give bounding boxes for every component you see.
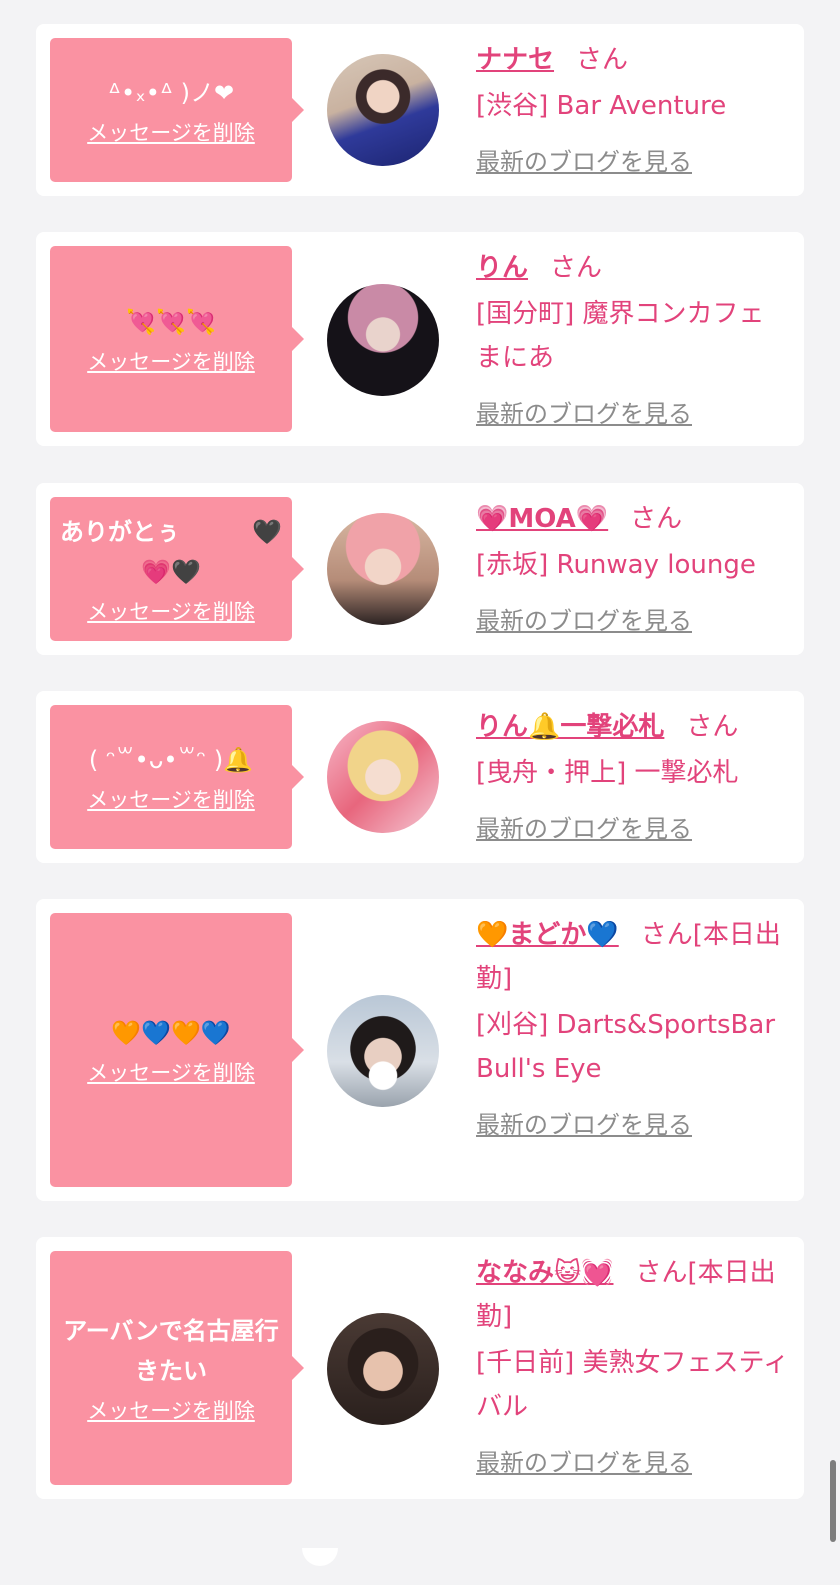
latest-blog-link[interactable]: 最新のブログを見る bbox=[476, 1443, 692, 1483]
delete-message-link[interactable]: メッセージを削除 bbox=[87, 1395, 255, 1425]
cast-info: ななみ😺💓 さん[本日出勤] [千日前] 美熟女フェスティバル 最新のブログを見る bbox=[476, 1251, 796, 1483]
message-bubble: 💘💘💘 メッセージを削除 bbox=[50, 246, 304, 432]
delete-message-link[interactable]: メッセージを削除 bbox=[87, 1057, 255, 1087]
cast-info: りん🔔一撃必札 さん [曳舟・押上] 一撃必札 最新のブログを見る bbox=[476, 705, 796, 849]
delete-message-link[interactable]: メッセージを削除 bbox=[87, 784, 255, 814]
scrollbar[interactable] bbox=[830, 1460, 836, 1542]
honorific: さん bbox=[576, 45, 629, 75]
message-text: 💘💘💘 bbox=[126, 308, 216, 336]
latest-blog-link[interactable]: 最新のブログを見る bbox=[476, 601, 692, 641]
message-card: ᐞ•ₓ•ᐞ )ノ❤ メッセージを削除 ナナセ さん [渋谷] Bar Aventu… bbox=[36, 24, 804, 196]
message-card: ありがとぅ 🖤 💗🖤 メッセージを削除 💗MOA💗 さん [赤坂] Runway … bbox=[36, 483, 804, 655]
latest-blog-link[interactable]: 最新のブログを見る bbox=[476, 1105, 692, 1145]
honorific: さん bbox=[686, 712, 739, 742]
shop-info: [刈谷] Darts&SportsBar Bull's Eye bbox=[476, 1010, 776, 1084]
bottom-bar bbox=[0, 1545, 840, 1585]
delete-message-link[interactable]: メッセージを削除 bbox=[87, 117, 255, 147]
avatar[interactable] bbox=[327, 54, 439, 166]
cast-name-link[interactable]: 🧡まどか💙 bbox=[476, 920, 619, 950]
cast-name-link[interactable]: 💗MOA💗 bbox=[476, 504, 608, 534]
honorific: さん bbox=[630, 504, 683, 534]
shop-info: [国分町] 魔界コンカフェ まにあ bbox=[476, 299, 765, 373]
avatar[interactable] bbox=[327, 995, 439, 1107]
message-bubble: 🧡💙🧡💙 メッセージを削除 bbox=[50, 913, 304, 1187]
message-text: ᐞ•ₓ•ᐞ )ノ❤ bbox=[107, 79, 235, 107]
message-card: アーバンで名古屋行きたい メッセージを削除 ななみ😺💓 さん[本日出勤] [千日前… bbox=[36, 1237, 804, 1499]
latest-blog-link[interactable]: 最新のブログを見る bbox=[476, 142, 692, 182]
delete-message-link[interactable]: メッセージを削除 bbox=[87, 346, 255, 376]
cast-info: 🧡まどか💙 さん[本日出勤] [刈谷] Darts&SportsBar Bull'… bbox=[476, 913, 796, 1145]
shop-info: [曳舟・押上] 一撃必札 bbox=[476, 758, 739, 788]
message-text: アーバンで名古屋行きたい bbox=[63, 1317, 279, 1385]
cast-name-link[interactable]: りん🔔一撃必札 bbox=[476, 712, 664, 742]
avatar[interactable] bbox=[327, 1313, 439, 1425]
message-text: ( ᵔ꒳•ᴗ•꒳ᵔ )🔔 bbox=[88, 746, 254, 774]
avatar[interactable] bbox=[327, 513, 439, 625]
avatar[interactable] bbox=[327, 284, 439, 396]
message-card: 🧡💙🧡💙 メッセージを削除 🧡まどか💙 さん[本日出勤] [刈谷] Darts&S… bbox=[36, 899, 804, 1201]
cast-name-link[interactable]: りん bbox=[476, 253, 528, 283]
message-text: 🧡💙🧡💙 bbox=[111, 1019, 231, 1047]
shop-info: [赤坂] Runway lounge bbox=[476, 550, 756, 580]
avatar[interactable] bbox=[327, 721, 439, 833]
honorific: さん bbox=[550, 253, 603, 283]
message-bubble: ᐞ•ₓ•ᐞ )ノ❤ メッセージを削除 bbox=[50, 38, 304, 182]
message-bubble: ( ᵔ꒳•ᴗ•꒳ᵔ )🔔 メッセージを削除 bbox=[50, 705, 304, 849]
cast-name-link[interactable]: ナナセ bbox=[476, 45, 554, 75]
latest-blog-link[interactable]: 最新のブログを見る bbox=[476, 809, 692, 849]
message-bubble: ありがとぅ 🖤 💗🖤 メッセージを削除 bbox=[50, 497, 304, 641]
shop-info: [千日前] 美熟女フェスティバル bbox=[476, 1348, 789, 1422]
delete-message-link[interactable]: メッセージを削除 bbox=[87, 596, 255, 626]
cast-info: りん さん [国分町] 魔界コンカフェ まにあ 最新のブログを見る bbox=[476, 246, 796, 434]
latest-blog-link[interactable]: 最新のブログを見る bbox=[476, 394, 692, 434]
shop-info: [渋谷] Bar Aventure bbox=[476, 91, 727, 121]
message-bubble: アーバンで名古屋行きたい メッセージを削除 bbox=[50, 1251, 304, 1485]
message-card: 💘💘💘 メッセージを削除 りん さん [国分町] 魔界コンカフェ まにあ 最新のブ… bbox=[36, 232, 804, 446]
message-card: ( ᵔ꒳•ᴗ•꒳ᵔ )🔔 メッセージを削除 りん🔔一撃必札 さん [曳舟・押上] … bbox=[36, 691, 804, 863]
cast-info: 💗MOA💗 さん [赤坂] Runway lounge 最新のブログを見る bbox=[476, 497, 796, 641]
cast-info: ナナセ さん [渋谷] Bar Aventure 最新のブログを見る bbox=[476, 38, 796, 182]
cast-name-link[interactable]: ななみ😺💓 bbox=[476, 1258, 613, 1288]
message-text: ありがとぅ 🖤 💗🖤 bbox=[60, 518, 282, 586]
